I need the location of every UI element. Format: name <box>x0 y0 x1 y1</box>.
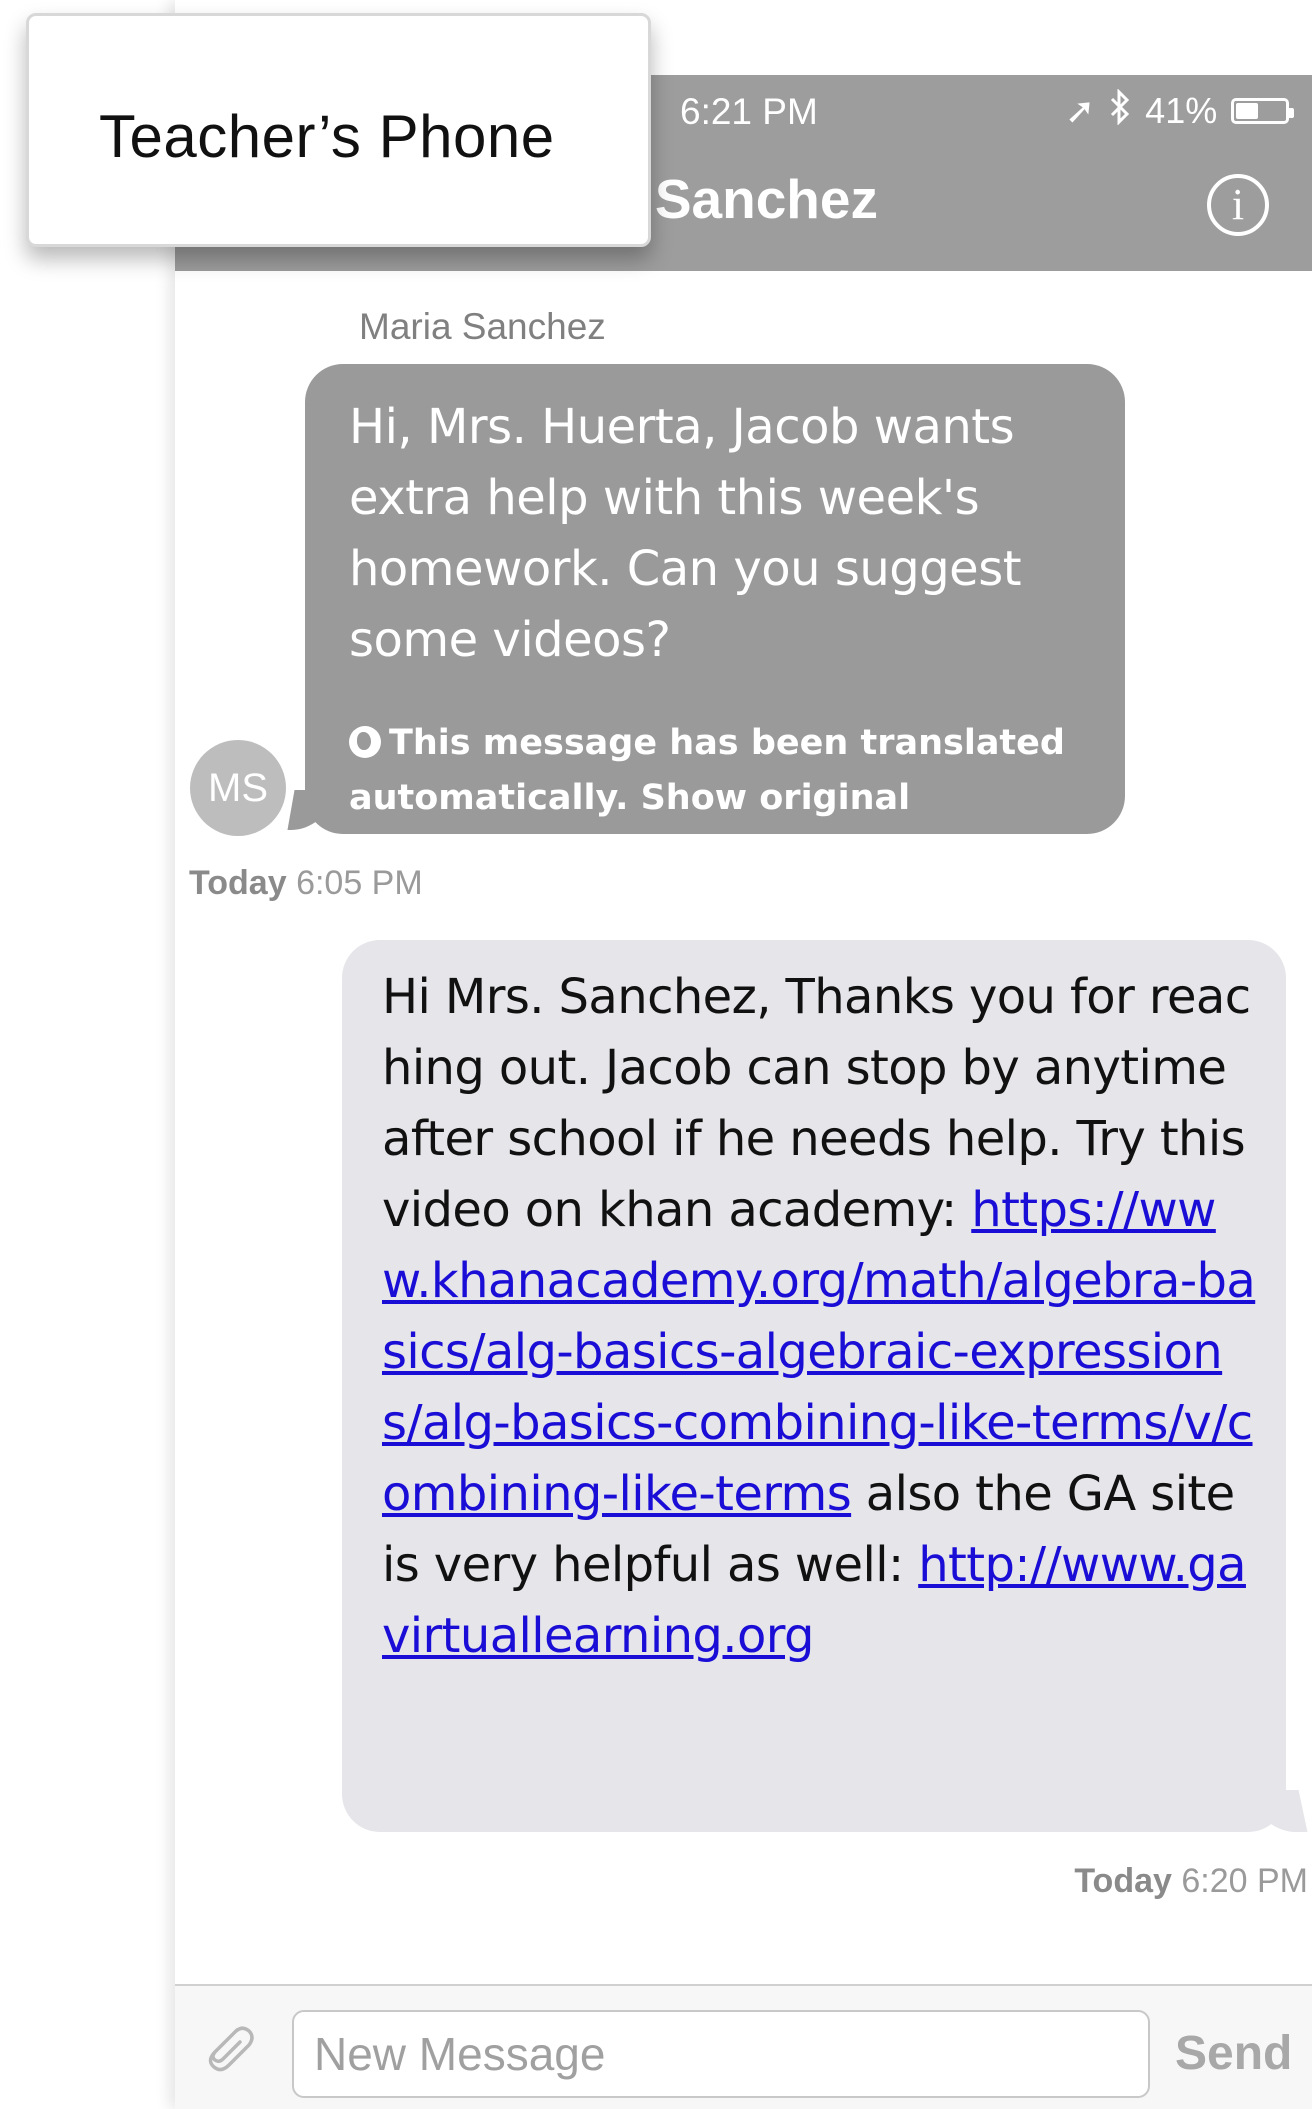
translation-notice[interactable]: This message has been translated automat… <box>349 716 1081 881</box>
new-message-input[interactable] <box>292 2010 1150 2098</box>
battery-icon <box>1231 98 1295 124</box>
outgoing-message-bubble: Hi Mrs. Sanchez, Thanks you for reaching… <box>342 940 1286 1832</box>
battery-percent: 41% <box>1145 90 1218 131</box>
incoming-message-text: Hi, Mrs. Huerta, Jacob wants extra help … <box>349 399 1022 668</box>
status-time: 6:21 PM <box>680 91 818 132</box>
battery-fill <box>1236 103 1258 119</box>
status-indicators: ➚ 41% <box>1065 87 1295 134</box>
phone-screen: 6:21 PM ➚ 41% a Sanchez i Maria Sanchez … <box>175 0 1312 2109</box>
location-icon: ➚ <box>1065 90 1096 131</box>
battery-nub <box>1289 108 1295 118</box>
label-card-text: Teacher’s Phone <box>99 103 555 170</box>
outgoing-timestamp-time: 6:20 PM <box>1181 1862 1308 1900</box>
bluetooth-icon <box>1109 87 1131 134</box>
sender-name: Maria Sanchez <box>359 306 606 347</box>
outgoing-message-text: Hi Mrs. Sanchez, Thanks you for reaching… <box>382 962 1256 1672</box>
paperclip-icon[interactable] <box>197 2016 257 2076</box>
incoming-timestamp-day: Today <box>189 864 287 902</box>
send-button[interactable]: Send <box>1175 2010 1292 2098</box>
incoming-timestamp: Today 6:05 PM <box>189 864 423 903</box>
outgoing-timestamp: Today 6:20 PM <box>1074 1862 1308 1901</box>
outgoing-timestamp-day: Today <box>1074 1862 1172 1900</box>
globe-icon <box>349 726 381 758</box>
message-composer: Send <box>175 1984 1312 2109</box>
incoming-timestamp-time: 6:05 PM <box>296 864 423 902</box>
incoming-message-bubble: Hi, Mrs. Huerta, Jacob wants extra help … <box>305 364 1125 873</box>
avatar: MS <box>190 740 286 836</box>
info-icon[interactable]: i <box>1207 174 1269 236</box>
label-card: Teacher’s Phone <box>26 13 651 247</box>
translation-notice-text: This message has been translated automat… <box>349 723 1065 873</box>
